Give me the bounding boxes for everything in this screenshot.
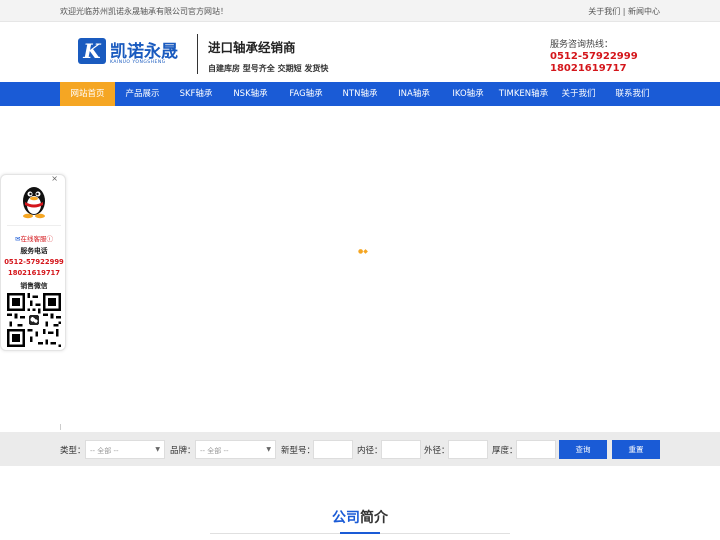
inner-diameter-label: 内径： [357,446,383,456]
service-phone-1: 0512-57922999 [4,258,64,266]
header: K 凯诺永晟 KAINUO YONGSHENG 进口轴承经销商 自建库房 型号齐… [0,22,720,82]
thickness-input[interactable] [516,440,556,459]
banner-edge [60,424,61,430]
nav-item-iko[interactable]: IKO轴承 [441,82,495,106]
query-button[interactable]: 查询 [559,440,607,459]
model-input[interactable] [313,440,353,459]
type-select[interactable]: -- 全部 -- ▼ [85,440,165,459]
nav-item-timken[interactable]: TIMKEN轴承 [495,82,552,106]
nav-item-skf[interactable]: SKF轴承 [170,82,222,106]
reset-button[interactable]: 重置 [612,440,660,459]
header-divider [197,34,198,74]
online-service-label: 在线客服 [20,235,47,243]
type-select-value: -- 全部 -- [90,447,119,455]
info-icon: ⓘ [46,235,53,243]
online-service[interactable]: ✉在线客服ⓘ [1,233,67,243]
section-divider-accent [340,532,380,534]
nav-item-ntn[interactable]: NTN轴承 [333,82,387,106]
welcome-text: 欢迎光临苏州凯诺永晟轴承有限公司官方网站！ [60,7,228,16]
hotline: 服务咨询热线： 0512-57922999 18021619717 [550,37,638,74]
outer-diameter-label: 外径： [424,446,450,456]
nav-item-about[interactable]: 关于我们 [552,82,605,106]
slogan: 进口轴承经销商 自建库房 型号齐全 交期短 发货快 [208,37,328,74]
nav-item-contact[interactable]: 联系我们 [605,82,660,106]
thickness-label: 厚度： [492,446,518,456]
service-phone-label: 服务电话 [20,247,48,255]
nav-item-products[interactable]: 产品展示 [115,82,170,106]
chevron-down-icon: ▼ [266,446,271,453]
section-title-highlight: 公司 [332,510,360,526]
model-label: 新型号： [281,446,316,456]
wechat-qr-code [7,293,61,347]
nav-item-nsk[interactable]: NSK轴承 [222,82,279,106]
close-icon[interactable]: × [51,174,58,183]
service-phone-2: 18021619717 [7,269,61,277]
wechat-label: 销售微信 [20,282,48,290]
qq-penguin-icon[interactable] [19,181,49,221]
top-links: 关于我们 | 新闻中心 [588,6,660,17]
hotline-phone-1: 0512-57922999 [550,51,638,62]
logo[interactable]: K 凯诺永晟 KAINUO YONGSHENG [78,36,178,72]
nav-item-ina[interactable]: INA轴承 [387,82,441,106]
chevron-down-icon: ▼ [155,446,160,453]
panel-separator [7,225,61,226]
floating-service-panel: × ✉在线客服ⓘ 服务电话 0512-57922999 18021619717 … [0,174,66,351]
brand-select-value: -- 全部 -- [200,447,229,455]
search-bar: 类型： -- 全部 -- ▼ 品牌： -- 全部 -- ▼ 新型号： 内径： 外… [0,432,720,466]
main-nav: 网站首页 产品展示 SKF轴承 NSK轴承 FAG轴承 NTN轴承 INA轴承 … [0,82,720,106]
nav-item-home[interactable]: 网站首页 [60,82,115,106]
brand-label: 品牌： [170,446,196,456]
type-label: 类型： [60,446,86,456]
brand-select[interactable]: -- 全部 -- ▼ [195,440,276,459]
top-bar: 欢迎光临苏州凯诺永晟轴承有限公司官方网站！ 关于我们 | 新闻中心 [0,0,720,22]
inner-diameter-input[interactable] [381,440,421,459]
outer-diameter-input[interactable] [448,440,488,459]
link-separator: | [620,7,628,16]
hotline-phone-2: 18021619717 [550,63,627,74]
section-title: 公司简介 [0,507,720,527]
about-link[interactable]: 关于我们 [588,7,620,16]
section-title-rest: 简介 [360,510,388,526]
slogan-main: 进口轴承经销商 [208,40,296,55]
news-link[interactable]: 新闻中心 [628,7,660,16]
banner-slider[interactable] [0,106,720,431]
logo-name: 凯诺永晟 [110,42,178,62]
slogan-sub: 自建库房 型号齐全 交期短 发货快 [208,64,329,73]
loading-icon: ●◆ [358,248,368,255]
logo-mark: K [78,38,106,64]
logo-subtitle: KAINUO YONGSHENG [110,60,166,65]
nav-item-fag[interactable]: FAG轴承 [279,82,333,106]
hotline-label: 服务咨询热线： [550,40,614,50]
